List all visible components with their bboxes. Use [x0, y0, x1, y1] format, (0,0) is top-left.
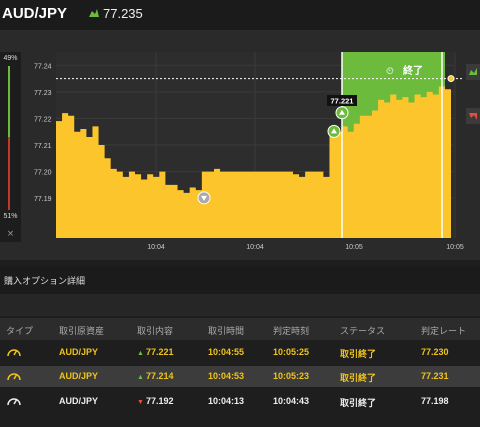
call-entry-marker[interactable] [327, 124, 341, 138]
entry-rate: 77.192 [145, 396, 174, 406]
price-chart[interactable]: 77.24 77.23 77.22 77.21 77.20 77.19 10:04 10:0… [0, 0, 480, 262]
time-cell: 10:04:13 [208, 396, 245, 406]
table-row[interactable]: AUD/JPY ▼ 77.192 10:04:13 10:04:43 取引終了 7… [0, 391, 480, 412]
falling-arrow-icon [469, 113, 477, 120]
expiry-button[interactable]: ⏲ 終了 [386, 64, 423, 77]
content-cell: ▲ 77.214 [137, 371, 173, 381]
asset-cell: AUD/JPY [59, 371, 99, 381]
put-entry-marker[interactable] [197, 191, 211, 205]
result-cell: 77.231 [421, 371, 449, 381]
x-tick-label: 10:05 [446, 244, 464, 251]
result-cell: 77.198 [421, 396, 449, 406]
time-cell: 10:04:53 [208, 371, 245, 381]
column-header-time: 取引時間 [208, 327, 245, 337]
content-cell: ▼ 77.192 [137, 396, 173, 406]
call-side-button[interactable] [466, 64, 480, 80]
y-tick-label: 77.22 [34, 116, 52, 123]
expiry-cell: 10:04:43 [273, 396, 310, 406]
rising-arrow-icon [469, 68, 477, 75]
y-tick-label: 77.24 [34, 63, 52, 70]
expiry-cell: 10:05:23 [273, 371, 310, 381]
put-side-button[interactable] [466, 108, 480, 124]
entry-rate: 77.214 [145, 371, 174, 381]
column-header-expiry: 判定時刻 [273, 327, 310, 337]
asset-cell: AUD/JPY [59, 347, 99, 357]
column-header-result: 判定レート [421, 327, 467, 337]
y-tick-label: 77.19 [34, 196, 52, 203]
up-arrow-icon: ▲ [137, 374, 144, 381]
y-tick-label: 77.20 [34, 170, 52, 177]
y-tick-label: 77.21 [34, 143, 52, 150]
clock-icon: ⏲ [386, 66, 394, 77]
gauge-icon [7, 398, 21, 406]
down-arrow-icon: ▼ [137, 399, 144, 406]
x-tick-label: 10:04 [147, 244, 165, 251]
table-row[interactable]: AUD/JPY ▲ 77.221 10:04:55 10:05:25 取引終了 7… [0, 342, 480, 363]
time-cell: 10:04:55 [208, 347, 245, 357]
status-cell: 取引終了 [340, 373, 377, 383]
y-tick-label: 77.23 [34, 90, 52, 97]
current-rate-label: 77.221 [331, 97, 354, 106]
column-header-content: 取引内容 [137, 327, 174, 337]
table-header: タイプ 取引原資産 取引内容 取引時間 判定時刻 ステータス 判定レート [0, 318, 480, 340]
table-row[interactable]: AUD/JPY ▲ 77.214 10:04:53 10:05:23 取引終了 7… [0, 366, 480, 387]
up-arrow-icon: ▲ [137, 350, 144, 357]
content-cell: ▲ 77.221 [137, 347, 173, 357]
status-cell: 取引終了 [340, 398, 377, 408]
entry-rate: 77.221 [145, 347, 174, 357]
x-tick-label: 10:05 [345, 244, 363, 251]
column-header-type: タイプ [6, 327, 34, 337]
details-spacer [0, 294, 480, 316]
x-tick-label: 10:04 [246, 244, 264, 251]
gauge-icon [7, 349, 21, 357]
gauge-icon [7, 373, 21, 381]
current-rate-tag: 77.221 [327, 95, 357, 106]
status-cell: 取引終了 [340, 349, 377, 359]
column-header-status: ステータス [340, 327, 386, 337]
current-price-dot [447, 75, 455, 83]
result-cell: 77.230 [421, 347, 449, 357]
expiry-label: 終了 [403, 64, 423, 77]
details-title: 購入オプション詳細 [4, 277, 86, 287]
expiry-cell: 10:05:25 [273, 347, 310, 357]
details-section-header: 購入オプション詳細 [0, 266, 480, 294]
column-header-asset: 取引原資産 [59, 327, 105, 337]
call-entry-marker[interactable] [335, 106, 349, 120]
asset-cell: AUD/JPY [59, 396, 99, 406]
